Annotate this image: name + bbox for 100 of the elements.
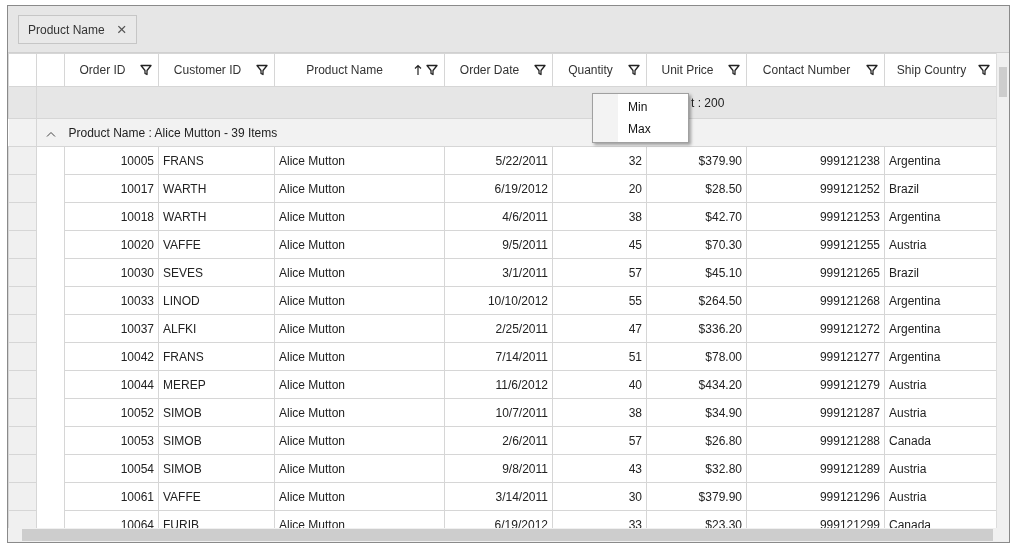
filter-icon[interactable] [256,64,268,76]
table-cell: 999121252 [746,174,885,203]
scrollbar-thumb[interactable] [22,529,993,541]
table-cell: FRANS [158,342,275,371]
table-cell: Alice Mutton [274,258,445,287]
table-cell: $28.50 [646,174,747,203]
table-cell: $26.80 [646,426,747,455]
table-cell: MEREP [158,370,275,399]
table-cell: $336.20 [646,314,747,343]
table-cell: $32.80 [646,454,747,483]
column-header[interactable]: Contact Number [746,53,885,87]
table-cell: 10/10/2012 [444,286,553,315]
filter-icon[interactable] [728,64,740,76]
table-cell: 7/14/2011 [444,342,553,371]
table-cell: Alice Mutton [274,286,445,315]
table-cell: 999121296 [746,482,885,511]
table-cell: 3/14/2011 [444,482,553,511]
table-cell: SIMOB [158,454,275,483]
table-cell: $434.20 [646,370,747,399]
table-cell: 10054 [64,454,159,483]
column-header[interactable]: Quantity [552,53,647,87]
table-cell: $45.10 [646,258,747,287]
table-cell: Alice Mutton [274,174,445,203]
column-header[interactable]: Product Name [274,53,445,87]
table-cell: $379.90 [646,482,747,511]
group-chip[interactable]: Product Name × [18,15,137,44]
table-cell: 999121279 [746,370,885,399]
table-cell: ALFKI [158,314,275,343]
column-header[interactable]: Unit Price [646,53,747,87]
table-cell: 10005 [64,146,159,175]
table-cell: 32 [552,146,647,175]
table-cell: 999121288 [746,426,885,455]
scrollbar-thumb[interactable] [999,67,1007,97]
column-header[interactable]: Customer ID [158,53,275,87]
table-cell: 999121277 [746,342,885,371]
table-cell: VAFFE [158,482,275,511]
table-cell: 3/1/2011 [444,258,553,287]
table-cell: WARTH [158,174,275,203]
table-cell: WARTH [158,202,275,231]
menu-item[interactable]: Min [618,96,688,118]
table-cell: LINOD [158,286,275,315]
table-cell: 47 [552,314,647,343]
table-cell: 10052 [64,398,159,427]
table-cell: 10037 [64,314,159,343]
table-cell: Alice Mutton [274,202,445,231]
table-cell: $42.70 [646,202,747,231]
table-cell: Alice Mutton [274,398,445,427]
table-cell: 4/6/2011 [444,202,553,231]
table-cell: $379.90 [646,146,747,175]
table-cell: Alice Mutton [274,426,445,455]
table-cell: 57 [552,258,647,287]
table-cell: 20 [552,174,647,203]
table-cell: 38 [552,202,647,231]
column-header[interactable]: Order Date [444,53,553,87]
table-cell: $78.00 [646,342,747,371]
table-cell: 5/22/2011 [444,146,553,175]
table-cell: 43 [552,454,647,483]
table-cell: Alice Mutton [274,342,445,371]
table-cell: VAFFE [158,230,275,259]
table-cell: SIMOB [158,426,275,455]
vertical-scrollbar[interactable] [996,53,1009,528]
table-cell: 57 [552,426,647,455]
filter-icon[interactable] [866,64,878,76]
table-cell: 10/7/2011 [444,398,553,427]
close-button[interactable]: × [116,16,127,43]
table-cell: 999121253 [746,202,885,231]
table-cell: 6/19/2012 [444,174,553,203]
table-cell: 10020 [64,230,159,259]
table-cell: FRANS [158,146,275,175]
table-cell: 999121265 [746,258,885,287]
table-cell: 10053 [64,426,159,455]
filter-icon[interactable] [978,64,990,76]
table-cell: 10061 [64,482,159,511]
table-cell: 999121238 [746,146,885,175]
table-cell: 2/25/2011 [444,314,553,343]
table-cell: Alice Mutton [274,314,445,343]
menu-item[interactable]: Max [618,118,688,140]
summary-text: t : 200 [691,95,725,110]
table-cell: Alice Mutton [274,146,445,175]
table-cell: 999121272 [746,314,885,343]
filter-icon[interactable] [628,64,640,76]
horizontal-scrollbar[interactable] [8,528,1009,542]
table-cell: $264.50 [646,286,747,315]
filter-icon[interactable] [140,64,152,76]
column-header[interactable]: Order ID [64,53,159,87]
table-cell: 10030 [64,258,159,287]
table-cell: $34.90 [646,398,747,427]
table-cell: 51 [552,342,647,371]
table-cell: SIMOB [158,398,275,427]
table-cell: Alice Mutton [274,454,445,483]
table-cell: 999121287 [746,398,885,427]
table-cell: SEVES [158,258,275,287]
group-caption: Product Name : Alice Mutton - 39 Items [68,125,278,140]
table-cell: 30 [552,482,647,511]
filter-icon[interactable] [426,64,438,76]
chip-label: Product Name [28,21,105,39]
table-cell: 999121289 [746,454,885,483]
filter-icon[interactable] [534,64,546,76]
table-cell: 9/8/2011 [444,454,553,483]
column-header[interactable]: Ship Country [884,53,996,87]
